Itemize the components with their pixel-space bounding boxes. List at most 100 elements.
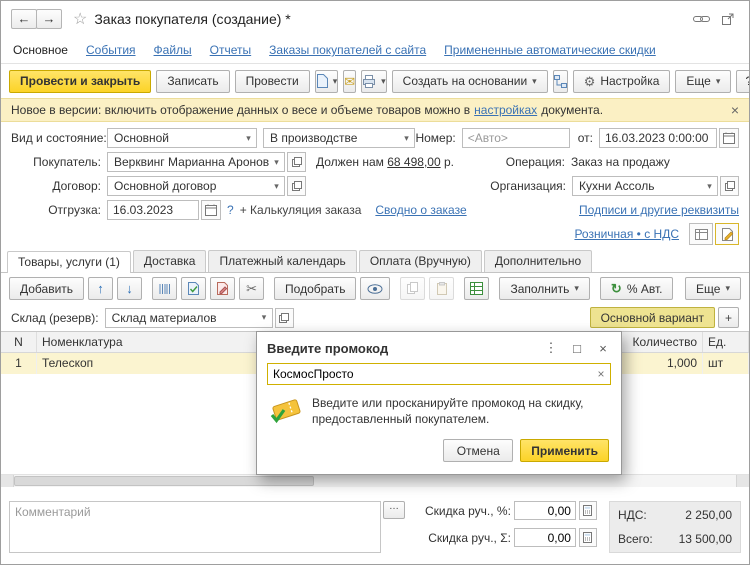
organization-open-icon[interactable] — [720, 176, 739, 196]
manual-discount-sum-input[interactable] — [514, 528, 576, 547]
dialog-menu-icon[interactable]: ⋮ — [543, 340, 559, 356]
comment-group: … — [9, 501, 405, 553]
contract-select[interactable]: Основной договор ▾ — [107, 176, 285, 196]
col-header-n[interactable]: N — [1, 332, 37, 352]
doctab-payment-calendar[interactable]: Платежный календарь — [208, 250, 356, 272]
back-button[interactable]: ← — [11, 9, 37, 29]
price-type-group: Розничная • с НДС — [574, 223, 739, 245]
manual-discount-pct-label: Скидка руч., %: — [425, 504, 511, 518]
navtab-site-orders[interactable]: Заказы покупателей с сайта — [269, 43, 426, 57]
col-header-unit[interactable]: Ед. — [703, 332, 749, 352]
form-row-shipping: Отгрузка: ? + Калькуляция заказа Сводно … — [1, 198, 749, 222]
order-kind-select[interactable]: Основной ▾ — [107, 128, 257, 148]
shipping-calendar-icon[interactable] — [201, 200, 221, 220]
clear-input-icon[interactable]: × — [592, 367, 610, 381]
edit-prices-icon-button[interactable] — [715, 223, 739, 245]
barcode-icon-button[interactable] — [152, 277, 177, 300]
shipping-help-icon[interactable]: ? — [227, 203, 234, 217]
fill-button[interactable]: Заполнить ▾ — [499, 277, 589, 300]
pick-items-button[interactable]: Подобрать — [274, 277, 356, 300]
banner-close-icon[interactable]: × — [731, 102, 739, 118]
warehouse-open-icon[interactable] — [275, 308, 294, 328]
scroll-left-button[interactable] — [1, 475, 14, 487]
view-icon-button[interactable] — [360, 277, 390, 300]
doctab-goods[interactable]: Товары, услуги (1) — [7, 251, 131, 273]
move-down-button[interactable]: ↓ — [117, 277, 142, 300]
open-new-window-icon[interactable] — [717, 10, 739, 28]
organization-select[interactable]: Кухни Ассоль ▾ — [572, 176, 718, 196]
comment-expand-button[interactable]: … — [383, 501, 405, 519]
move-up-button[interactable]: ↑ — [88, 277, 113, 300]
order-summary-link[interactable]: Сводно о заказе — [375, 203, 466, 217]
banner-settings-link[interactable]: настройках — [474, 103, 537, 117]
favorite-star-icon[interactable]: ☆ — [73, 9, 87, 29]
requisites-link[interactable]: Подписи и другие реквизиты — [579, 203, 739, 217]
create-based-on-button[interactable]: Создать на основании ▾ — [392, 70, 548, 93]
price-table-icon-button[interactable] — [689, 223, 713, 245]
settings-button[interactable]: ⚙ Настройка — [573, 70, 671, 93]
post-button[interactable]: Провести — [235, 70, 310, 93]
navtab-auto-discounts[interactable]: Примененные автоматические скидки — [444, 43, 656, 57]
customer-select[interactable]: Верквинг Марианна Ароновна ▾ — [107, 152, 285, 172]
add-row-button[interactable]: Добавить — [9, 277, 84, 300]
cancel-button[interactable]: Отмена — [443, 439, 513, 462]
auto-discount-button[interactable]: ↻ % Авт. — [600, 277, 674, 300]
navtab-main[interactable]: Основное — [13, 43, 68, 57]
contract-open-icon[interactable] — [287, 176, 306, 196]
operation-value[interactable]: Заказ на продажу — [571, 155, 739, 169]
manual-discount-pct-input[interactable] — [514, 501, 576, 520]
add-variant-button[interactable]: + — [718, 307, 739, 328]
main-variant-button[interactable]: Основной вариант — [590, 307, 715, 328]
discount-pct-calculator-icon[interactable] — [579, 501, 597, 520]
calendar-icon[interactable] — [719, 128, 739, 148]
navtab-events[interactable]: События — [86, 43, 136, 57]
doctab-additional[interactable]: Дополнительно — [484, 250, 592, 272]
apply-button[interactable]: Применить — [520, 439, 609, 462]
promo-code-input[interactable] — [268, 367, 592, 381]
navtab-files[interactable]: Файлы — [154, 43, 192, 57]
forward-button[interactable]: → — [36, 9, 62, 29]
dialog-maximize-icon[interactable]: □ — [569, 341, 585, 356]
debt-amount-link[interactable]: 68 498,00 — [387, 155, 440, 169]
order-state-value: В производстве — [264, 131, 399, 145]
write-button[interactable]: Записать — [156, 70, 229, 93]
customer-open-icon[interactable] — [287, 152, 306, 172]
link-icon[interactable] — [690, 10, 712, 28]
auto-discount-label: % Авт. — [627, 282, 663, 296]
check-availability-icon-button[interactable] — [181, 277, 206, 300]
horizontal-scrollbar[interactable] — [1, 474, 749, 487]
dialog-message: Введите или просканируйте промокод на ск… — [312, 395, 592, 427]
scroll-right-button[interactable] — [736, 475, 749, 487]
date-input[interactable] — [599, 128, 717, 148]
more-button[interactable]: Еще ▾ — [675, 70, 731, 93]
navtab-reports[interactable]: Отчеты — [210, 43, 251, 57]
promo-ticket-icon — [269, 395, 303, 425]
export-table-icon-button[interactable] — [464, 277, 489, 300]
discount-sum-calculator-icon[interactable] — [579, 528, 597, 547]
post-and-close-button[interactable]: Провести и закрыть — [9, 70, 151, 93]
number-input[interactable] — [462, 128, 570, 148]
dialog-title-bar: Введите промокод ⋮ □ × — [257, 332, 621, 363]
email-icon-button[interactable]: ✉ — [343, 70, 356, 93]
comment-input[interactable] — [9, 501, 381, 553]
order-state-select[interactable]: В производстве ▾ — [263, 128, 415, 148]
contract-value: Основной договор — [108, 179, 269, 193]
dialog-close-icon[interactable]: × — [595, 341, 611, 356]
doctab-payment[interactable]: Оплата (Вручную) — [359, 250, 482, 272]
edit-row-icon-button[interactable] — [210, 277, 235, 300]
report-icon-button[interactable]: ▾ — [315, 70, 339, 93]
document-structure-icon-button[interactable] — [553, 70, 568, 93]
items-more-button[interactable]: Еще ▾ — [685, 277, 741, 300]
cut-rows-icon-button[interactable]: ✂ — [239, 277, 264, 300]
scrollbar-thumb[interactable] — [14, 476, 314, 486]
print-icon-button[interactable]: ▾ — [361, 70, 387, 93]
shipping-date-input[interactable] — [107, 200, 199, 220]
doctab-delivery[interactable]: Доставка — [133, 250, 207, 272]
copy-rows-icon-button[interactable] — [400, 277, 425, 300]
order-calculation-link[interactable]: + Калькуляция заказа — [240, 203, 362, 217]
warehouse-select[interactable]: Склад материалов ▾ — [105, 308, 273, 328]
paste-rows-icon-button[interactable] — [429, 277, 454, 300]
customer-value: Верквинг Марианна Ароновна — [108, 155, 269, 169]
price-type-link[interactable]: Розничная • с НДС — [574, 227, 679, 241]
help-button[interactable]: ? — [736, 70, 750, 93]
